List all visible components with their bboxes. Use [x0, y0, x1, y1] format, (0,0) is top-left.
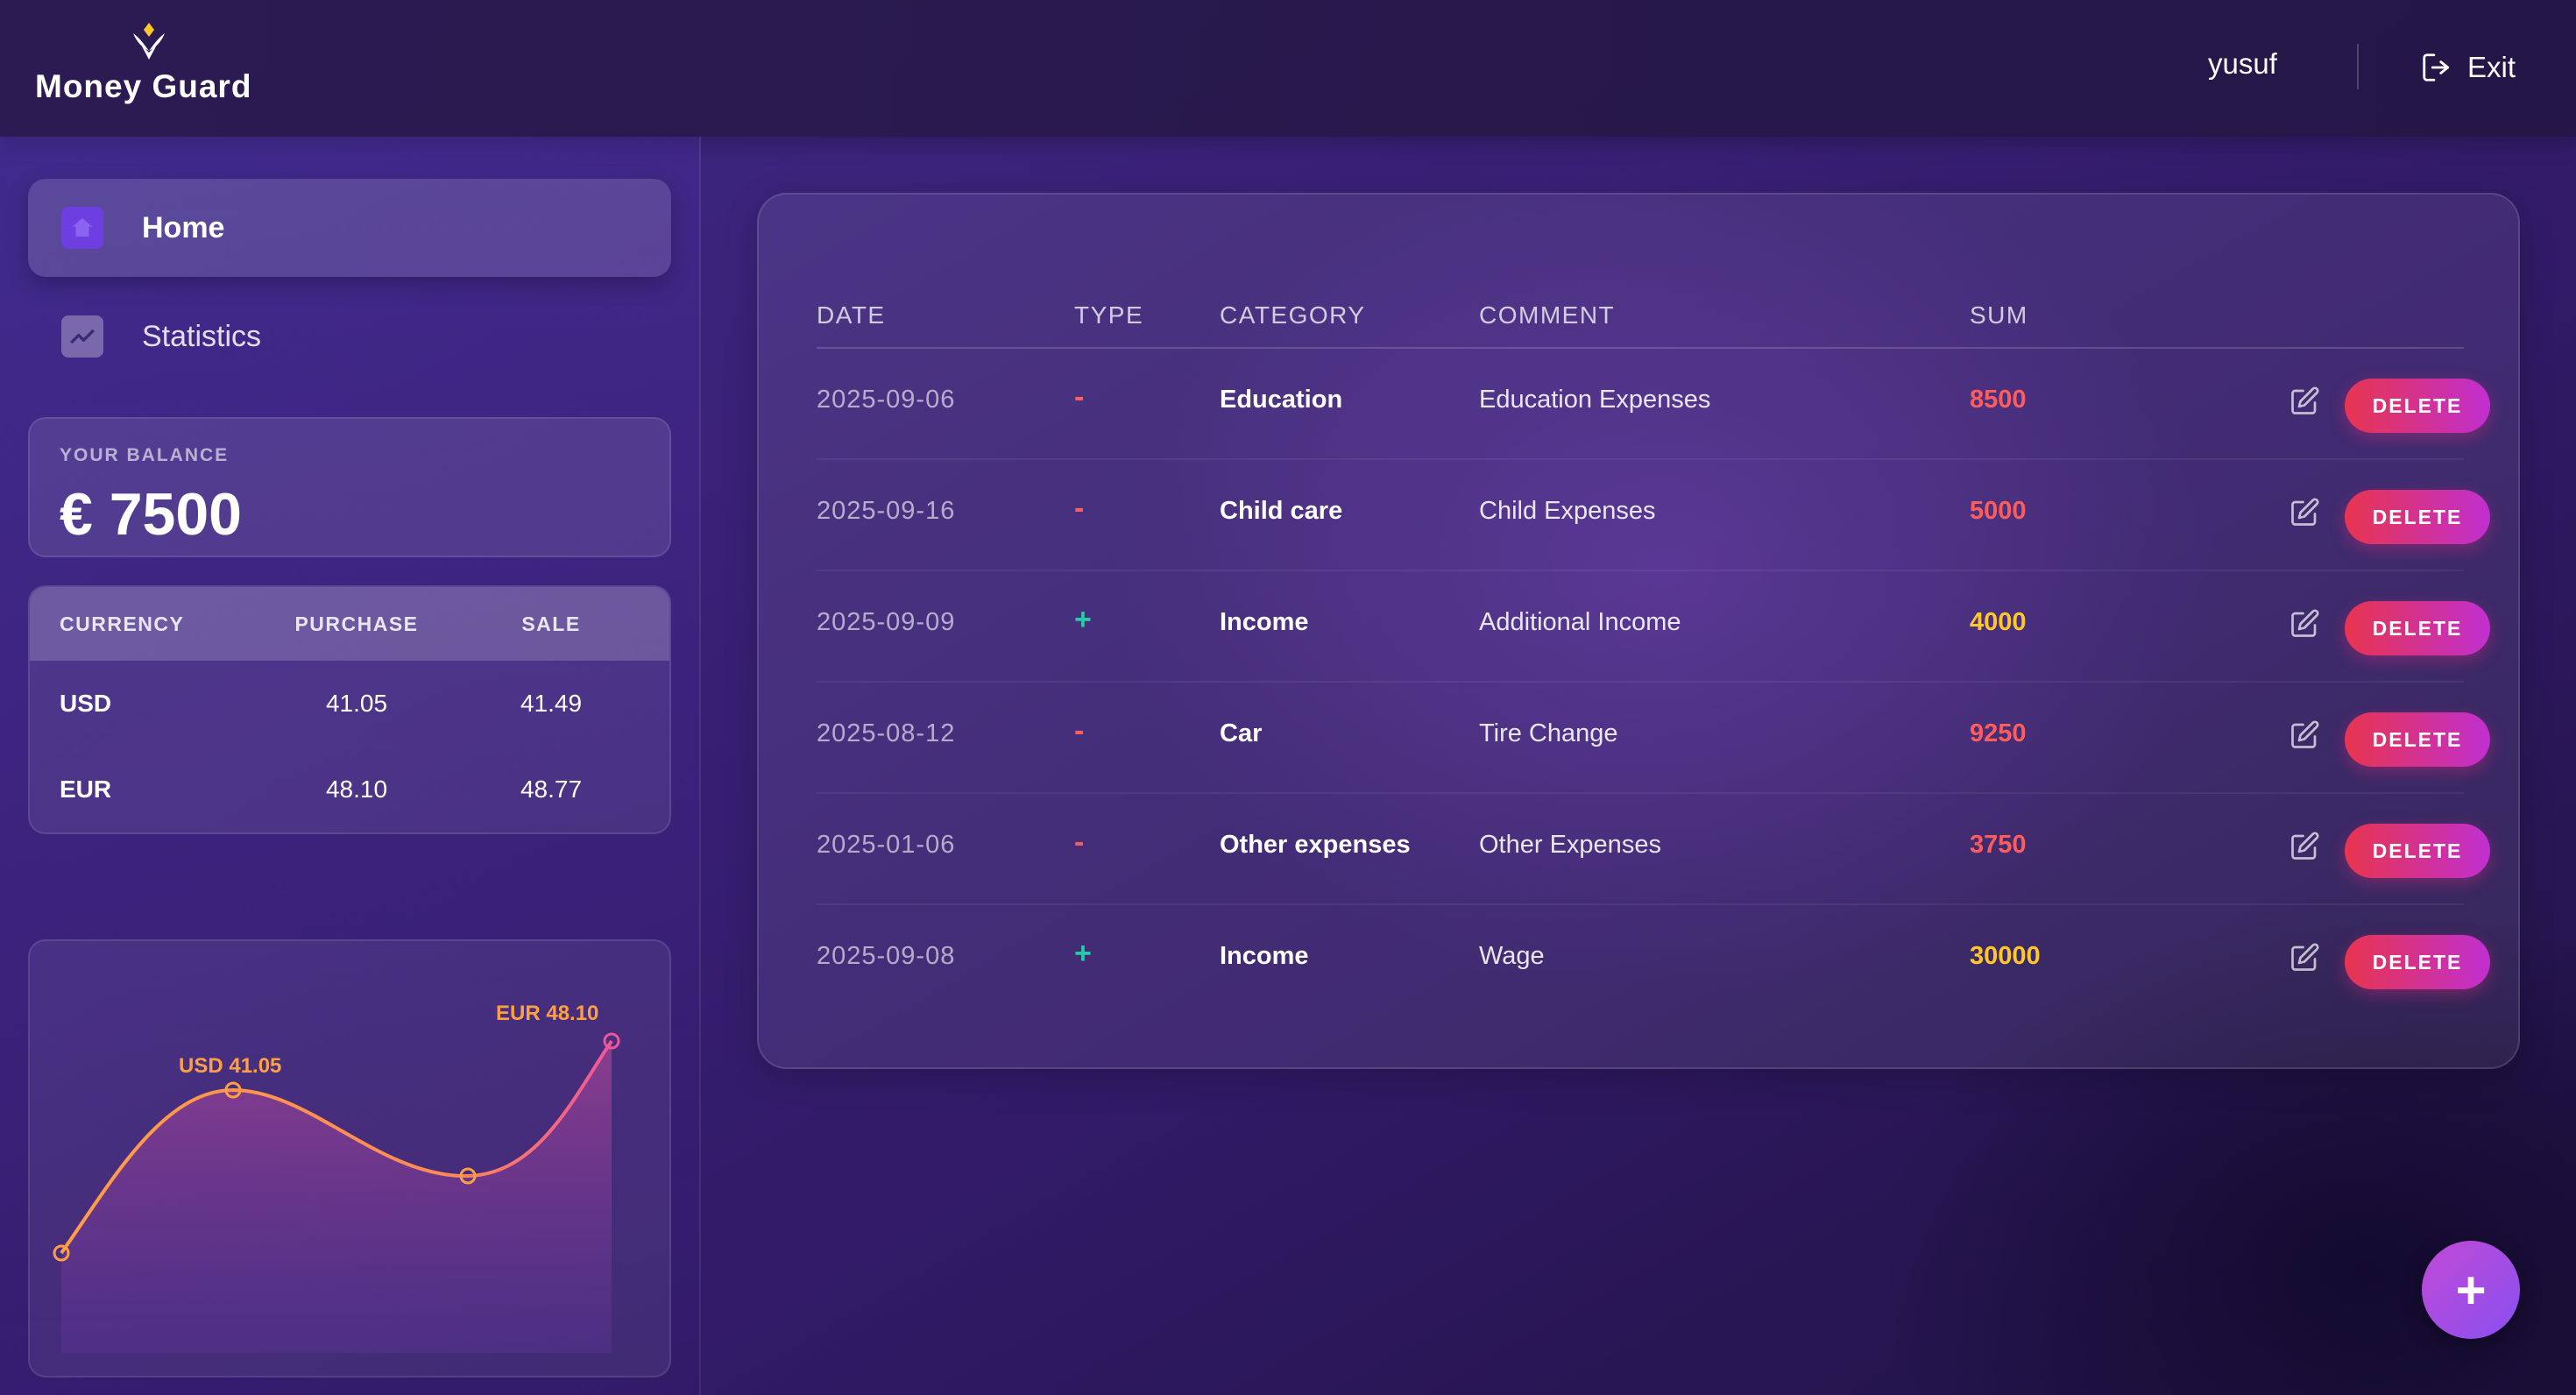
purchase-rate: 41.05 [325, 690, 388, 717]
transaction-comment: Education Expenses [1479, 386, 1711, 414]
table-row: 2025-01-06 - Other expenses Other Expenses 3… [817, 794, 2490, 905]
transaction-category: Car [1220, 719, 1263, 747]
logo-icon [133, 23, 165, 60]
transaction-category: Other expenses [1220, 831, 1411, 859]
currency-code: USD [60, 690, 112, 717]
purchase-rate: 48.10 [325, 775, 388, 803]
delete-button[interactable]: DELETE [2345, 379, 2490, 433]
exit-icon [2423, 53, 2450, 81]
transaction-comment: Tire Change [1479, 719, 1618, 747]
transaction-category: Education [1220, 386, 1343, 414]
table-row: 2025-09-16 - Child care Child Expenses 5000 D… [817, 460, 2490, 571]
edit-icon[interactable] [2289, 831, 2320, 862]
table-row: 2025-09-06 - Education Education Expenses 85… [817, 349, 2490, 460]
currency-row: USD 41.05 41.49 [30, 661, 669, 747]
column-header-comment: COMMENT [1479, 301, 1616, 329]
transaction-type: - [1074, 825, 1085, 859]
transactions-table: DATE TYPE CATEGORY COMMENT SUM 2025-09-0… [757, 193, 2520, 1069]
transaction-date: 2025-01-06 [817, 831, 956, 859]
add-transaction-button[interactable]: + [2422, 1241, 2520, 1339]
transaction-category: Income [1220, 608, 1309, 636]
transaction-category: Income [1220, 942, 1309, 970]
balance-card: YOUR BALANCE € 7500 [28, 417, 671, 557]
currency-table-header: CURRENCY PURCHASE SALE [30, 587, 669, 661]
app-header: Money Guard yusuf Exit [0, 0, 2576, 137]
transaction-date: 2025-09-08 [817, 942, 956, 970]
sidebar: Home Statistics YOUR BALANCE € 7500 CURR… [0, 137, 701, 1395]
delete-button[interactable]: DELETE [2345, 712, 2490, 767]
column-header-type: TYPE [1074, 301, 1144, 329]
transaction-date: 2025-09-16 [817, 497, 956, 525]
transaction-type: - [1074, 380, 1085, 414]
delete-button[interactable]: DELETE [2345, 601, 2490, 655]
table-row: 2025-08-12 - Car Tire Change 9250 DELETE [817, 683, 2490, 794]
sidebar-item-label: Statistics [142, 319, 262, 353]
currency-row: EUR 48.10 48.77 [30, 747, 669, 832]
user-name: yusuf [2208, 47, 2277, 80]
edit-icon[interactable] [2289, 942, 2320, 974]
sidebar-item-label: Home [142, 210, 225, 244]
chart-line-icon [61, 315, 103, 358]
transaction-comment: Wage [1479, 942, 1545, 970]
chart-area [61, 1041, 612, 1353]
balance-title: YOUR BALANCE [60, 445, 230, 465]
app-name: Money Guard [35, 68, 252, 104]
transaction-comment: Other Expenses [1479, 831, 1661, 859]
transaction-type: - [1074, 714, 1085, 747]
transaction-sum: 30000 [1970, 942, 2041, 970]
sidebar-item-statistics[interactable]: Statistics [28, 287, 671, 386]
column-header-sum: SUM [1970, 301, 2028, 329]
transaction-type: + [1074, 937, 1092, 970]
sidebar-item-home[interactable]: Home [28, 179, 671, 277]
transaction-sum: 9250 [1970, 719, 2027, 747]
transactions-table-header: DATE TYPE CATEGORY COMMENT SUM [817, 279, 2464, 349]
column-header-purchase: PURCHASE [294, 612, 419, 635]
transaction-date: 2025-09-06 [817, 386, 956, 414]
currency-table: CURRENCY PURCHASE SALE USD 41.05 41.49 E… [28, 585, 671, 834]
sale-rate: 48.77 [520, 775, 583, 803]
edit-icon[interactable] [2289, 719, 2320, 751]
transaction-date: 2025-08-12 [817, 719, 956, 747]
sale-rate: 41.49 [520, 690, 583, 717]
column-header-sale: SALE [521, 612, 581, 635]
edit-icon[interactable] [2289, 497, 2320, 528]
transaction-sum: 5000 [1970, 497, 2027, 525]
transaction-type: + [1074, 603, 1092, 636]
transaction-date: 2025-09-09 [817, 608, 956, 636]
balance-value: € 7500 [60, 481, 242, 548]
delete-button[interactable]: DELETE [2345, 824, 2490, 878]
transaction-category: Child care [1220, 497, 1343, 525]
column-header-currency: CURRENCY [60, 612, 185, 635]
header-divider [2357, 44, 2359, 89]
delete-button[interactable]: DELETE [2345, 490, 2490, 544]
transaction-type: - [1074, 492, 1085, 525]
chart-label-usd: USD 41.05 [179, 1054, 281, 1078]
exit-button[interactable]: Exit [2420, 46, 2516, 89]
transaction-sum: 4000 [1970, 608, 2027, 636]
currency-code: EUR [60, 775, 112, 803]
edit-icon[interactable] [2289, 386, 2320, 417]
transaction-sum: 8500 [1970, 386, 2027, 414]
transaction-comment: Additional Income [1479, 608, 1681, 636]
column-header-category: CATEGORY [1220, 301, 1366, 329]
app-logo[interactable]: Money Guard [35, 21, 263, 117]
column-header-date: DATE [817, 301, 886, 329]
table-row: 2025-09-08 + Income Wage 30000 DELETE [817, 905, 2490, 1016]
home-icon [61, 207, 103, 249]
delete-button[interactable]: DELETE [2345, 935, 2490, 989]
table-row: 2025-09-09 + Income Additional Income 4000 DE… [817, 571, 2490, 683]
edit-icon[interactable] [2289, 608, 2320, 640]
transaction-sum: 3750 [1970, 831, 2027, 859]
plus-icon: + [2455, 1260, 2487, 1320]
exit-label: Exit [2467, 51, 2516, 83]
currency-chart: USD 41.05 EUR 48.10 [28, 939, 671, 1377]
transaction-comment: Child Expenses [1479, 497, 1656, 525]
currency-chart-svg: USD 41.05 EUR 48.10 [53, 1002, 620, 1353]
chart-label-eur: EUR 48.10 [496, 1002, 598, 1025]
